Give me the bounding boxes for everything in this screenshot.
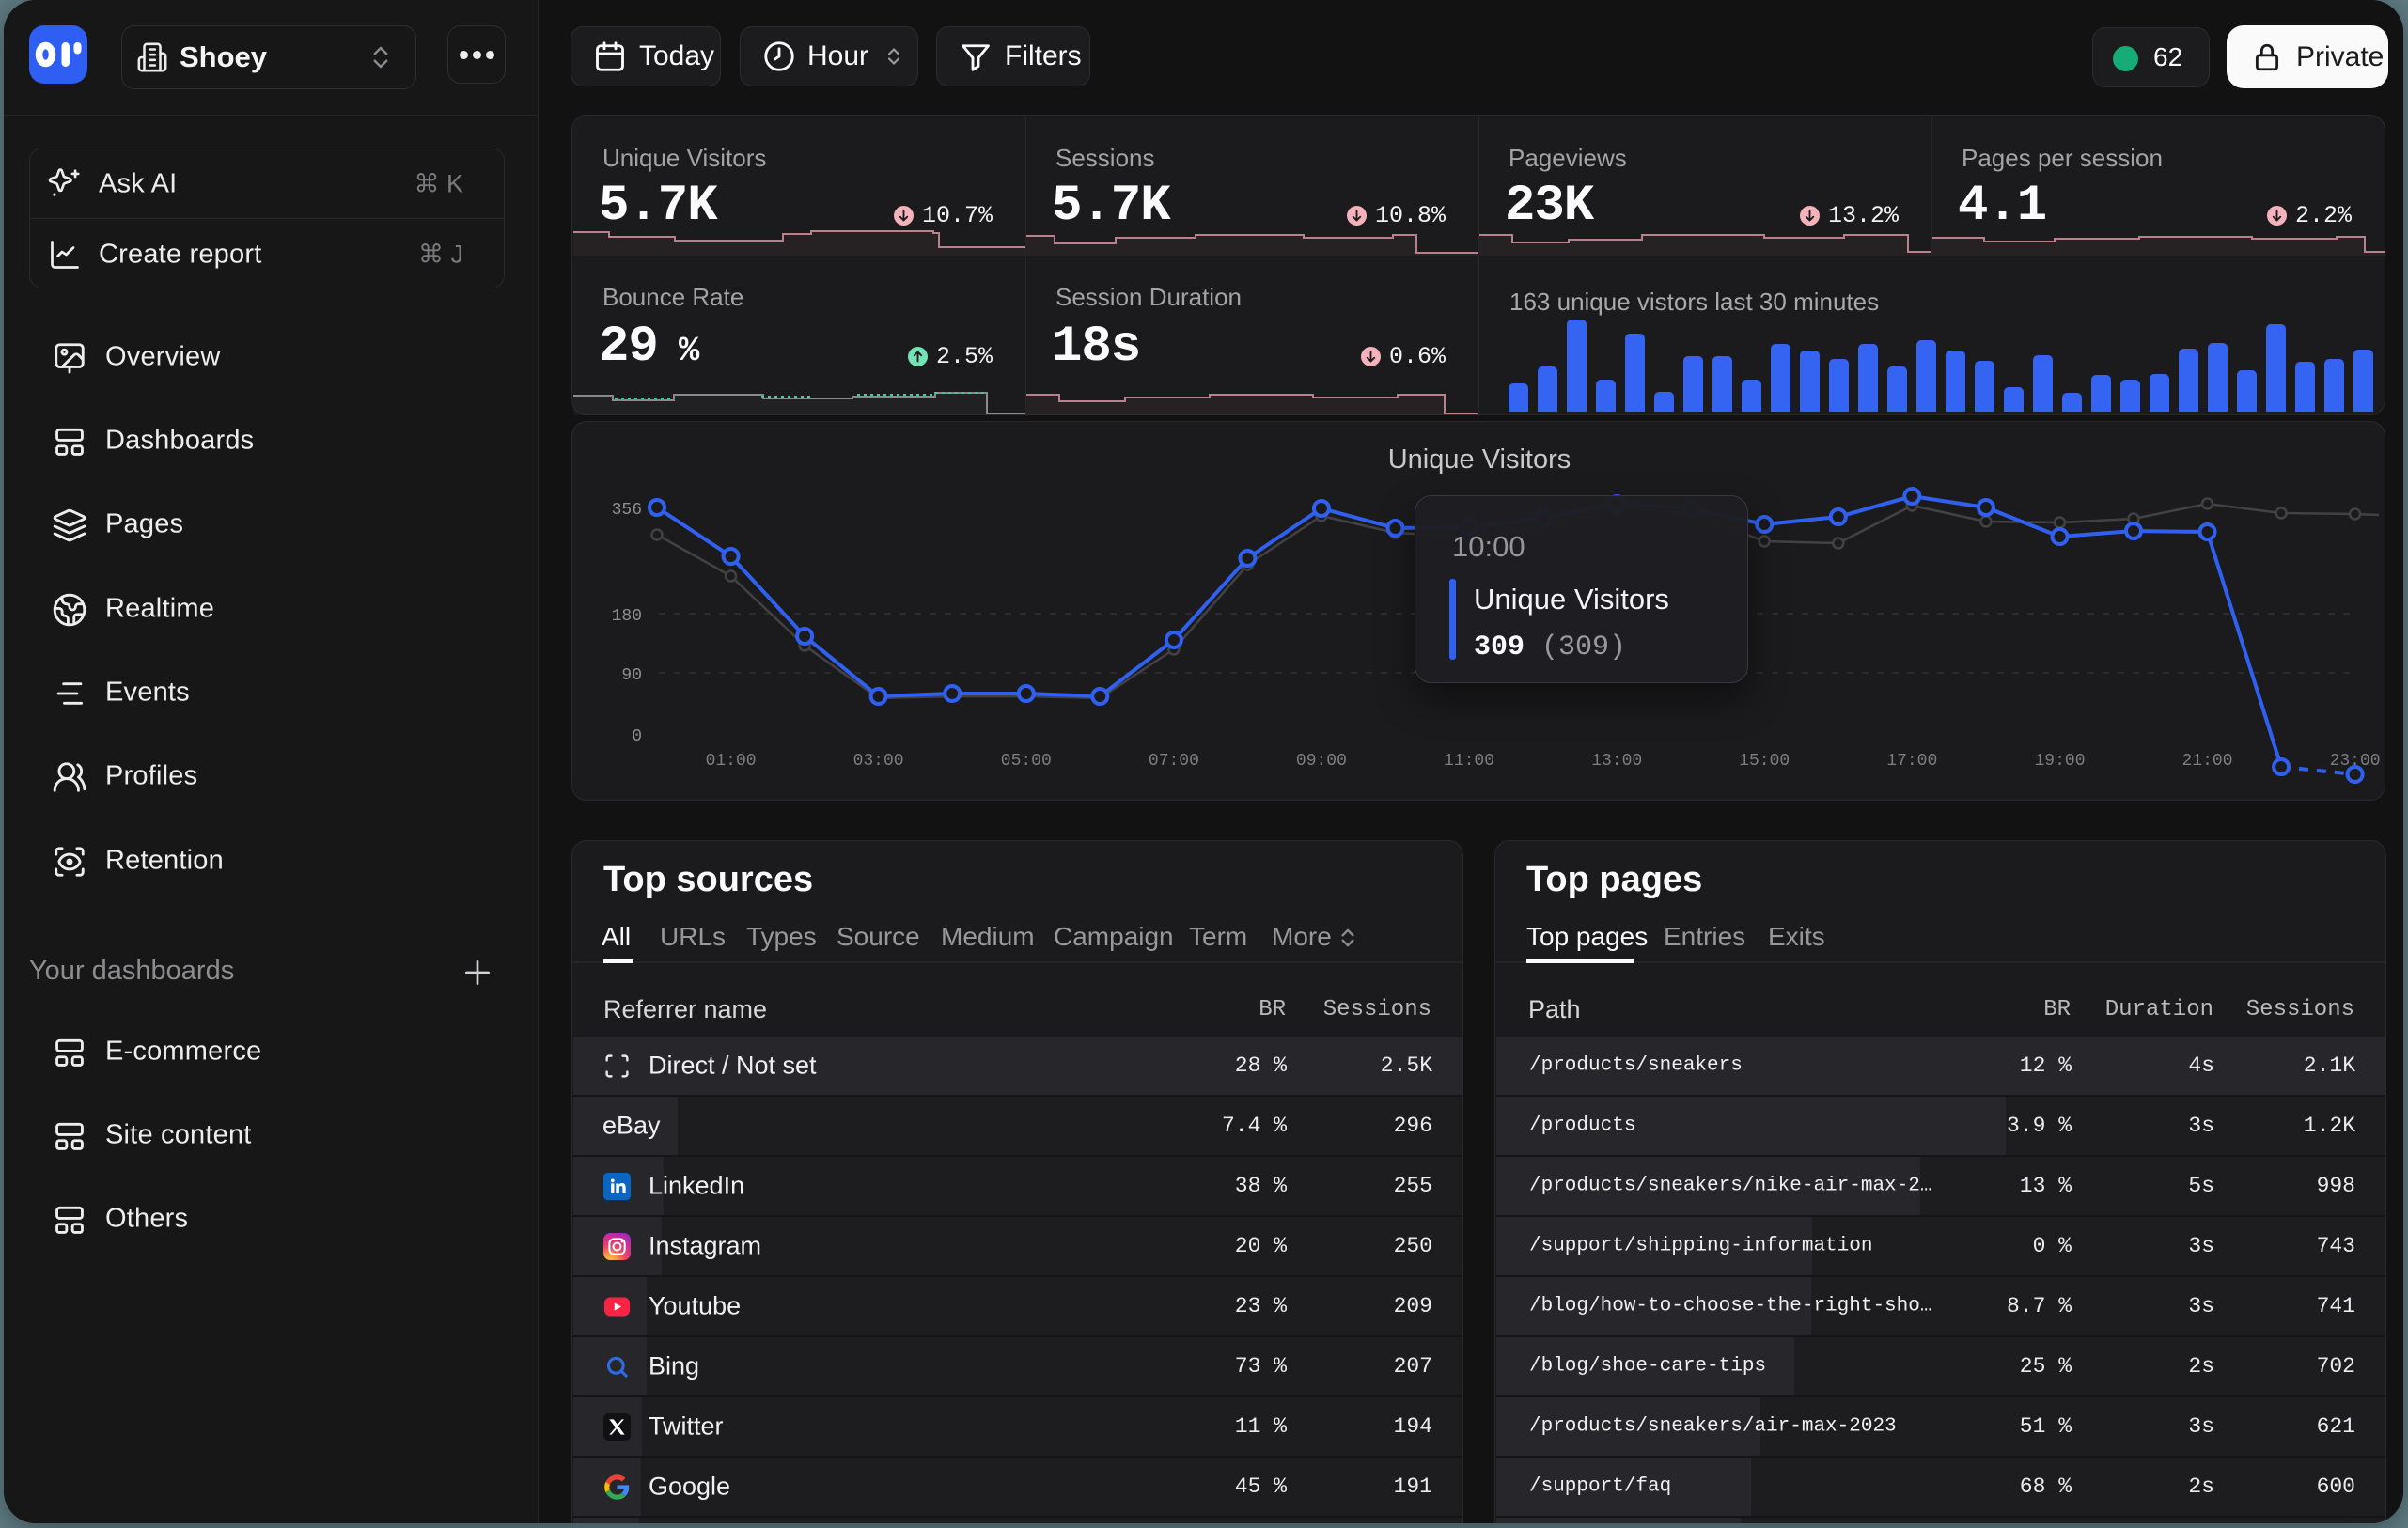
svg-text:07:00: 07:00 — [1149, 752, 1199, 771]
svg-text:356: 356 — [612, 501, 642, 520]
svg-text:01:00: 01:00 — [706, 752, 757, 771]
svg-text:17:00: 17:00 — [1886, 752, 1937, 771]
svg-text:15:00: 15:00 — [1739, 752, 1790, 771]
svg-text:180: 180 — [612, 607, 642, 626]
svg-text:03:00: 03:00 — [853, 752, 904, 771]
svg-text:90: 90 — [621, 666, 642, 685]
svg-text:05:00: 05:00 — [1001, 752, 1052, 771]
svg-text:21:00: 21:00 — [2181, 752, 2232, 771]
svg-text:19:00: 19:00 — [2034, 752, 2085, 771]
svg-text:11:00: 11:00 — [1444, 752, 1494, 771]
svg-text:13:00: 13:00 — [1591, 752, 1642, 771]
svg-text:09:00: 09:00 — [1296, 752, 1347, 771]
svg-text:0: 0 — [632, 727, 642, 746]
